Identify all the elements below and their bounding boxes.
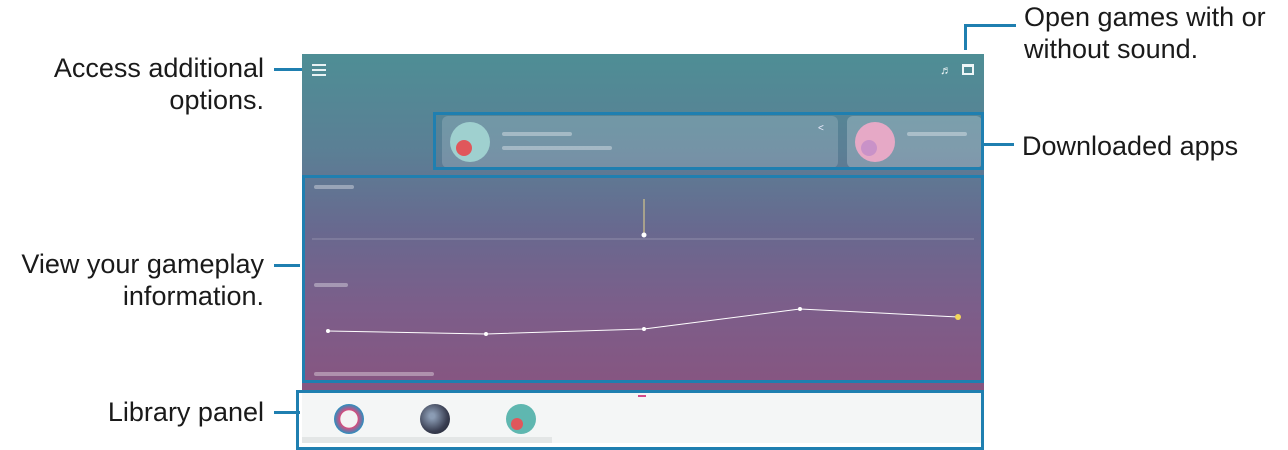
callout-sound: Open games with or without sound. bbox=[1024, 2, 1266, 64]
callout-additional-options: Access additional options. bbox=[53, 53, 264, 115]
leader-line-sound-h bbox=[964, 24, 1016, 27]
top-bar: ♬ bbox=[302, 54, 984, 106]
leader-line-gameplay bbox=[274, 264, 300, 267]
leader-line-apps bbox=[984, 143, 1014, 146]
callout-downloaded-apps: Downloaded apps bbox=[1022, 131, 1239, 161]
leader-line-sound-v bbox=[964, 24, 967, 50]
screen-mode-icon[interactable] bbox=[962, 64, 974, 75]
menu-icon[interactable] bbox=[312, 64, 326, 76]
downloaded-apps-highlight bbox=[433, 112, 984, 170]
sound-icon[interactable]: ♬ bbox=[940, 63, 954, 77]
library-panel-highlight bbox=[296, 390, 984, 450]
gameplay-info-highlight bbox=[302, 175, 984, 383]
callout-gameplay-info: View your gameplay information. bbox=[21, 249, 264, 311]
callout-library-panel: Library panel bbox=[107, 397, 264, 427]
